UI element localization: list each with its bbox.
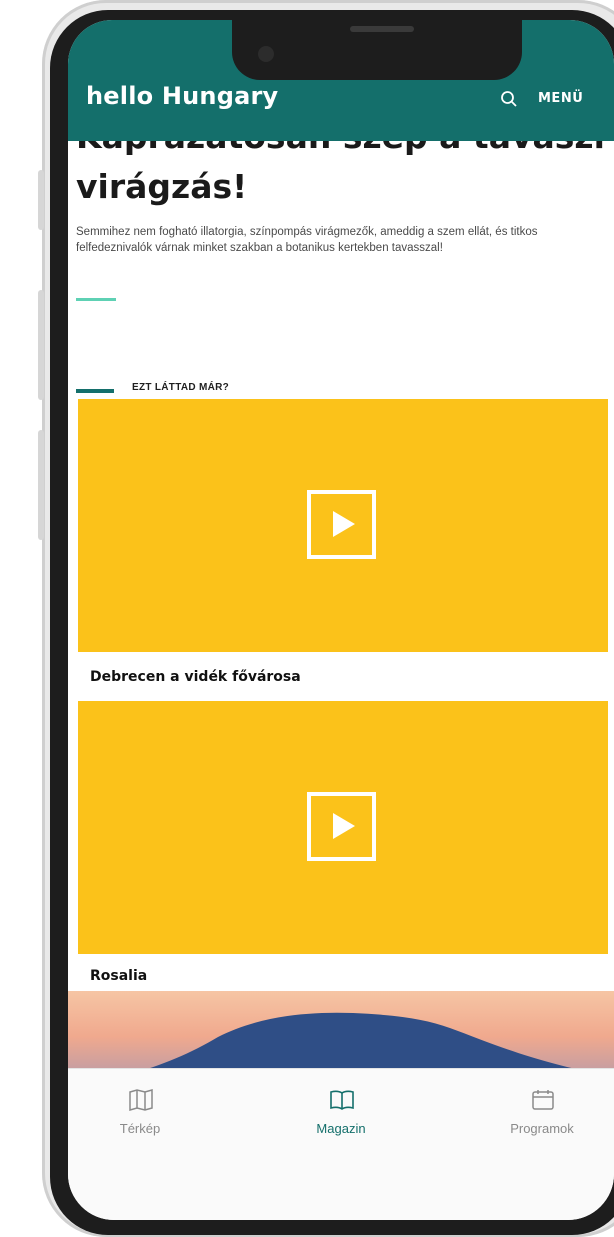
mute-switch <box>38 170 44 230</box>
calendar-icon <box>532 1090 554 1110</box>
volume-up-button <box>38 290 44 400</box>
nav-label-programs: Programok <box>510 1121 574 1136</box>
volume-down-button <box>38 430 44 540</box>
article-content: Káprázatosan szép a tavaszi virágzás! Se… <box>68 141 614 1081</box>
article-title: virágzás! <box>76 167 248 206</box>
nav-item-map[interactable]: Térkép <box>70 1069 210 1189</box>
nav-item-magazine[interactable]: Magazin <box>271 1069 411 1189</box>
nav-label-magazine: Magazin <box>316 1121 366 1136</box>
nav-item-programs[interactable]: Programok <box>472 1069 612 1189</box>
speaker-grill <box>350 26 414 32</box>
camera <box>258 46 274 62</box>
logo[interactable]: hello Hungary <box>86 82 278 110</box>
map-icon <box>129 1089 153 1111</box>
article-title-partial: Káprázatosan szép a tavaszi <box>76 141 605 156</box>
video-card[interactable] <box>78 399 608 652</box>
article-lead: Semmihez nem fogható illatorgia, színpom… <box>76 226 538 254</box>
video-title[interactable]: Rosalia <box>90 968 147 984</box>
bottom-nav: Térkép Magazin Programok <box>68 1068 614 1220</box>
phone-notch <box>232 20 522 80</box>
search-icon[interactable] <box>500 90 518 108</box>
play-icon[interactable] <box>307 792 376 861</box>
section-accent-bar <box>76 389 114 393</box>
play-icon[interactable] <box>307 490 376 559</box>
accent-divider <box>76 298 116 301</box>
nav-label-map: Térkép <box>119 1121 161 1136</box>
book-icon <box>330 1090 354 1110</box>
section-label: EZT LÁTTAD MÁR? <box>132 382 230 393</box>
app-screen: hello Hungary MENÜ Káprázatosan szép a t… <box>68 20 614 1220</box>
video-title[interactable]: Debrecen a vidék fővárosa <box>90 669 301 685</box>
video-card[interactable] <box>78 701 608 954</box>
menu-button[interactable]: MENÜ <box>538 91 583 106</box>
